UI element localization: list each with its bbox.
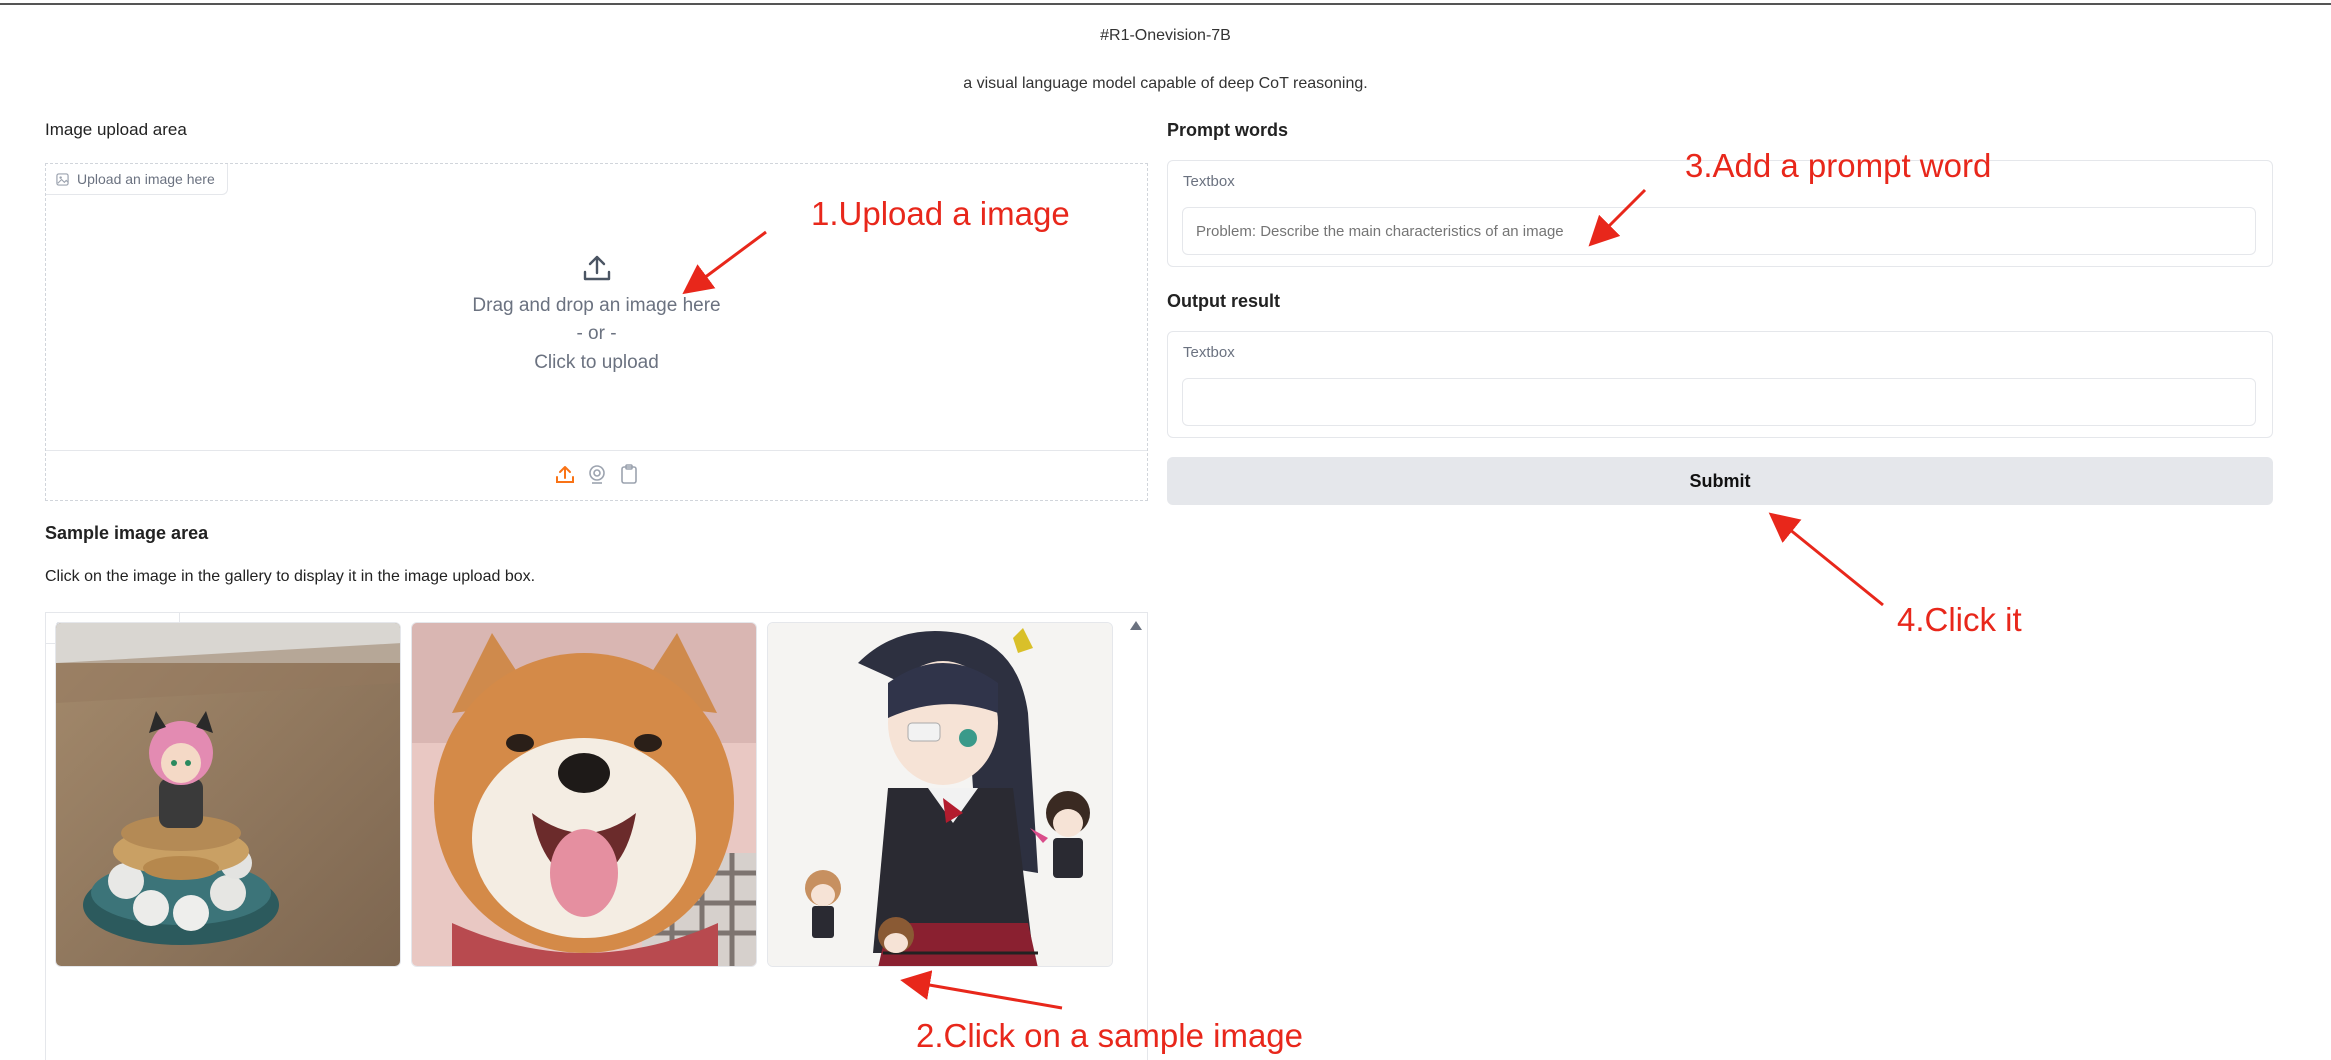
pink-hair-figurine-photo <box>56 623 400 966</box>
output-section-label: Output result <box>1167 291 1280 311</box>
drop-text: Drag and drop an image here <box>472 295 721 316</box>
output-box: Textbox <box>1167 331 2273 438</box>
upload-section-label: Image upload area <box>45 120 187 139</box>
submit-button[interactable]: Submit <box>1167 457 2273 505</box>
sample-description: Click on the image in the gallery to dis… <box>45 568 536 585</box>
prompt-input[interactable] <box>1182 207 2256 255</box>
source-selector-bar <box>46 450 1147 499</box>
prompt-field-label: Textbox <box>1183 173 1235 190</box>
click-to-upload-text[interactable]: Click to upload <box>46 352 1147 374</box>
sample-image-shiba[interactable] <box>411 622 757 967</box>
output-field-label: Textbox <box>1183 344 1235 361</box>
annotation-step2: 2.Click on a sample image <box>916 1017 1304 1054</box>
top-divider <box>0 3 2331 5</box>
sample-section-label: Sample image area <box>45 523 209 543</box>
page-title: #R1-Onevision-7B <box>1100 27 1231 44</box>
page-subtitle: a visual language model capable of deep … <box>963 75 1368 92</box>
output-textbox[interactable] <box>1182 378 2256 426</box>
annotation-step4: 4.Click it <box>1897 601 2022 638</box>
webcam-icon[interactable] <box>586 463 608 485</box>
annotation-step3: 3.Add a prompt word <box>1685 147 1992 184</box>
clipboard-icon[interactable] <box>618 463 640 485</box>
drop-or-text: - or - <box>576 323 617 344</box>
sample-image-anime[interactable] <box>767 622 1113 967</box>
sample-image-figurine[interactable] <box>55 622 401 967</box>
anime-characters-illustration <box>768 623 1112 966</box>
shiba-inu-photo <box>412 623 756 966</box>
scroll-up-icon[interactable] <box>1129 619 1143 631</box>
annotation-step1: 1.Upload a image <box>811 195 1070 232</box>
upload-icon[interactable] <box>554 463 576 485</box>
prompt-section-label: Prompt words <box>1167 120 1289 140</box>
arrow-step4 <box>1768 512 1884 607</box>
upload-arrow-icon <box>583 255 611 281</box>
